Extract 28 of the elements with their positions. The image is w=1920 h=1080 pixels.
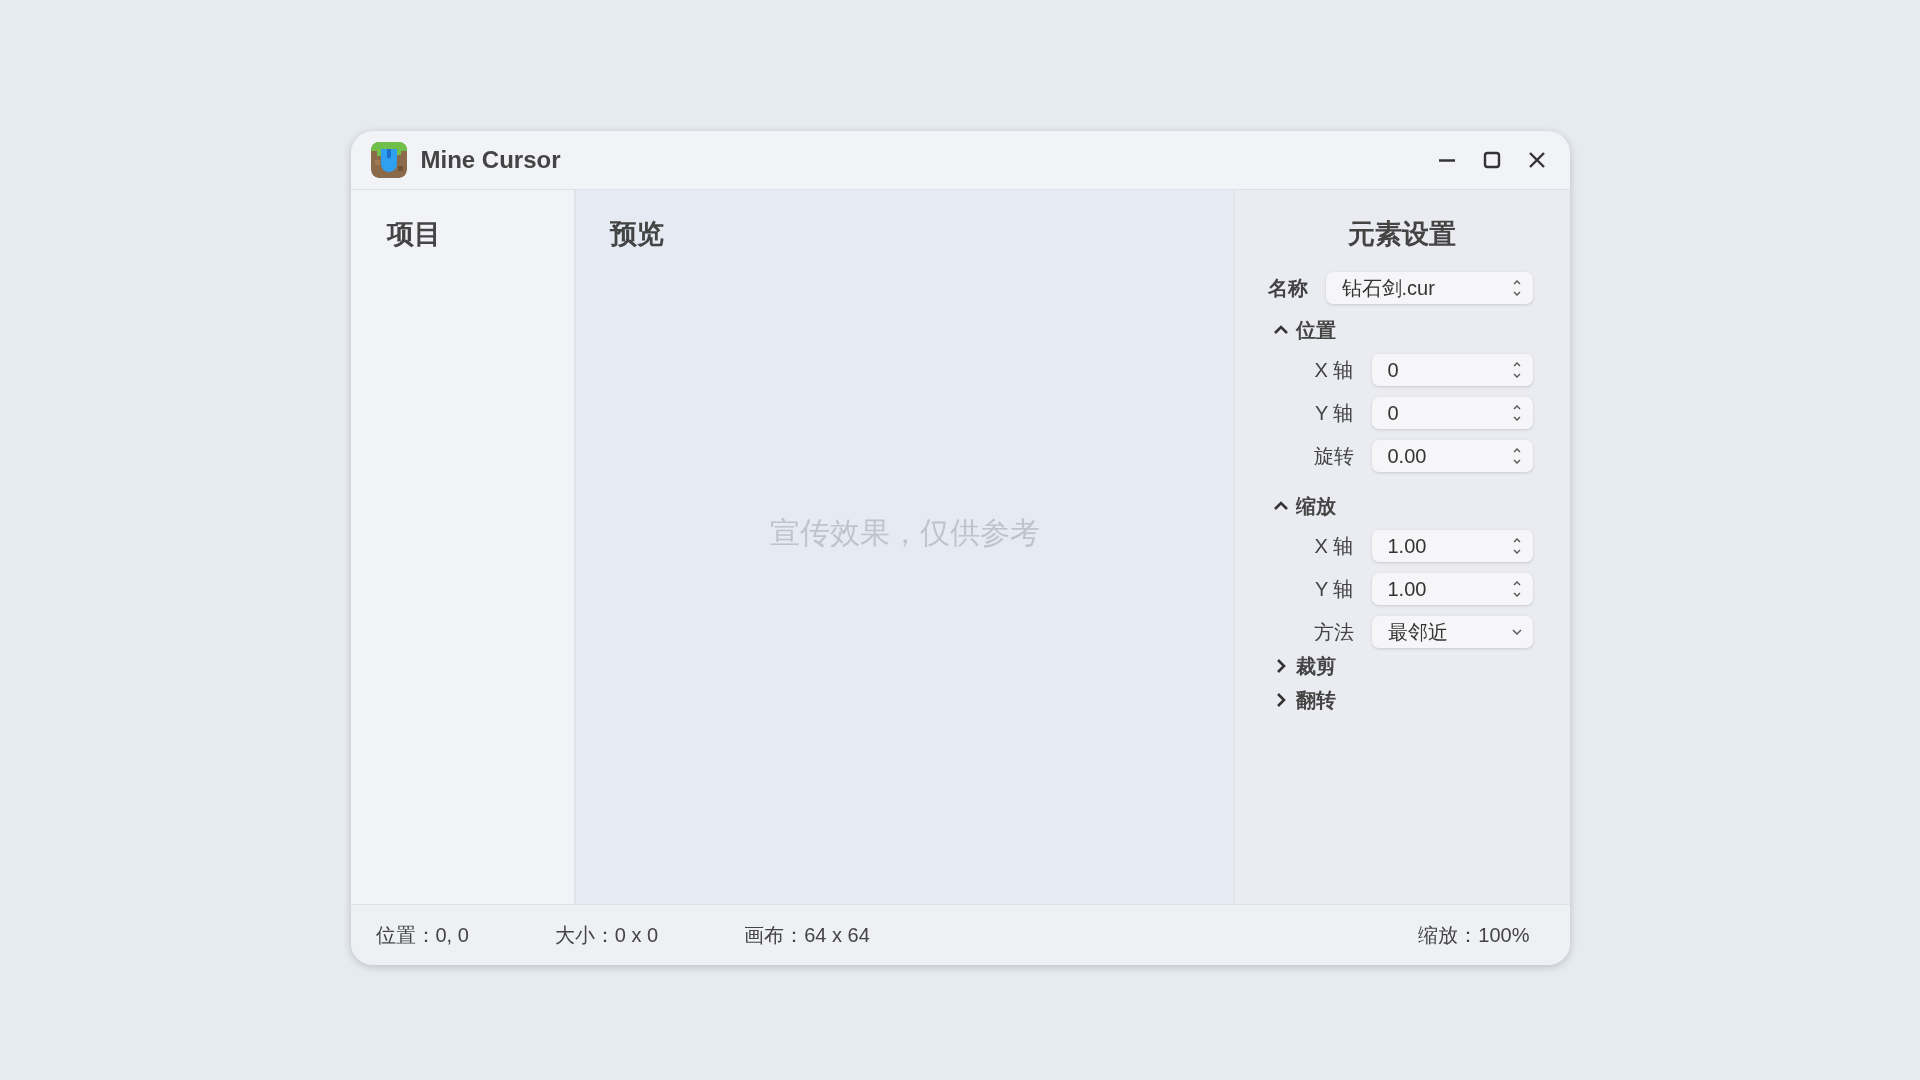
status-text: 画布：64 x 64 <box>744 922 870 948</box>
spin-box[interactable]: 0.00 <box>1371 440 1533 472</box>
section-header[interactable]: 翻转 <box>1271 684 1570 716</box>
panel-title: 预览 <box>609 218 665 251</box>
panel-title: 元素设置 <box>1348 218 1456 251</box>
spin-box[interactable]: 钻石剑.cur <box>1325 272 1533 304</box>
panel-title: 项目 <box>386 218 442 251</box>
zoom-status: 缩放：100% <box>1418 922 1530 948</box>
field-label: Y 轴 <box>1313 400 1355 426</box>
field-label: 名称 <box>1267 275 1309 301</box>
section-header[interactable]: 缩放 <box>1271 490 1570 522</box>
field-label: 方法 <box>1312 619 1355 645</box>
spin-box[interactable]: 1.00 <box>1371 573 1533 605</box>
field-label: Y 轴 <box>1313 576 1355 602</box>
field-label: X 轴 <box>1313 533 1355 559</box>
field-label: 旋转 <box>1312 443 1355 469</box>
window-title: Mine Cursor <box>420 146 561 174</box>
spin-box[interactable]: 1.00 <box>1371 530 1533 562</box>
section-header[interactable]: 裁剪 <box>1271 650 1570 682</box>
minimize-icon <box>1438 158 1455 162</box>
grass-block-icon <box>370 142 407 178</box>
status-text: 位置：0, 0 <box>375 922 469 948</box>
spin-box[interactable]: 0 <box>1371 354 1533 386</box>
spin-box[interactable]: 0 <box>1371 397 1533 429</box>
dropdown[interactable]: 最邻近 <box>1371 616 1533 648</box>
section-header[interactable]: 位置 <box>1271 314 1570 346</box>
status-text: 大小：0 x 0 <box>554 922 659 948</box>
field-label: X 轴 <box>1313 357 1355 383</box>
